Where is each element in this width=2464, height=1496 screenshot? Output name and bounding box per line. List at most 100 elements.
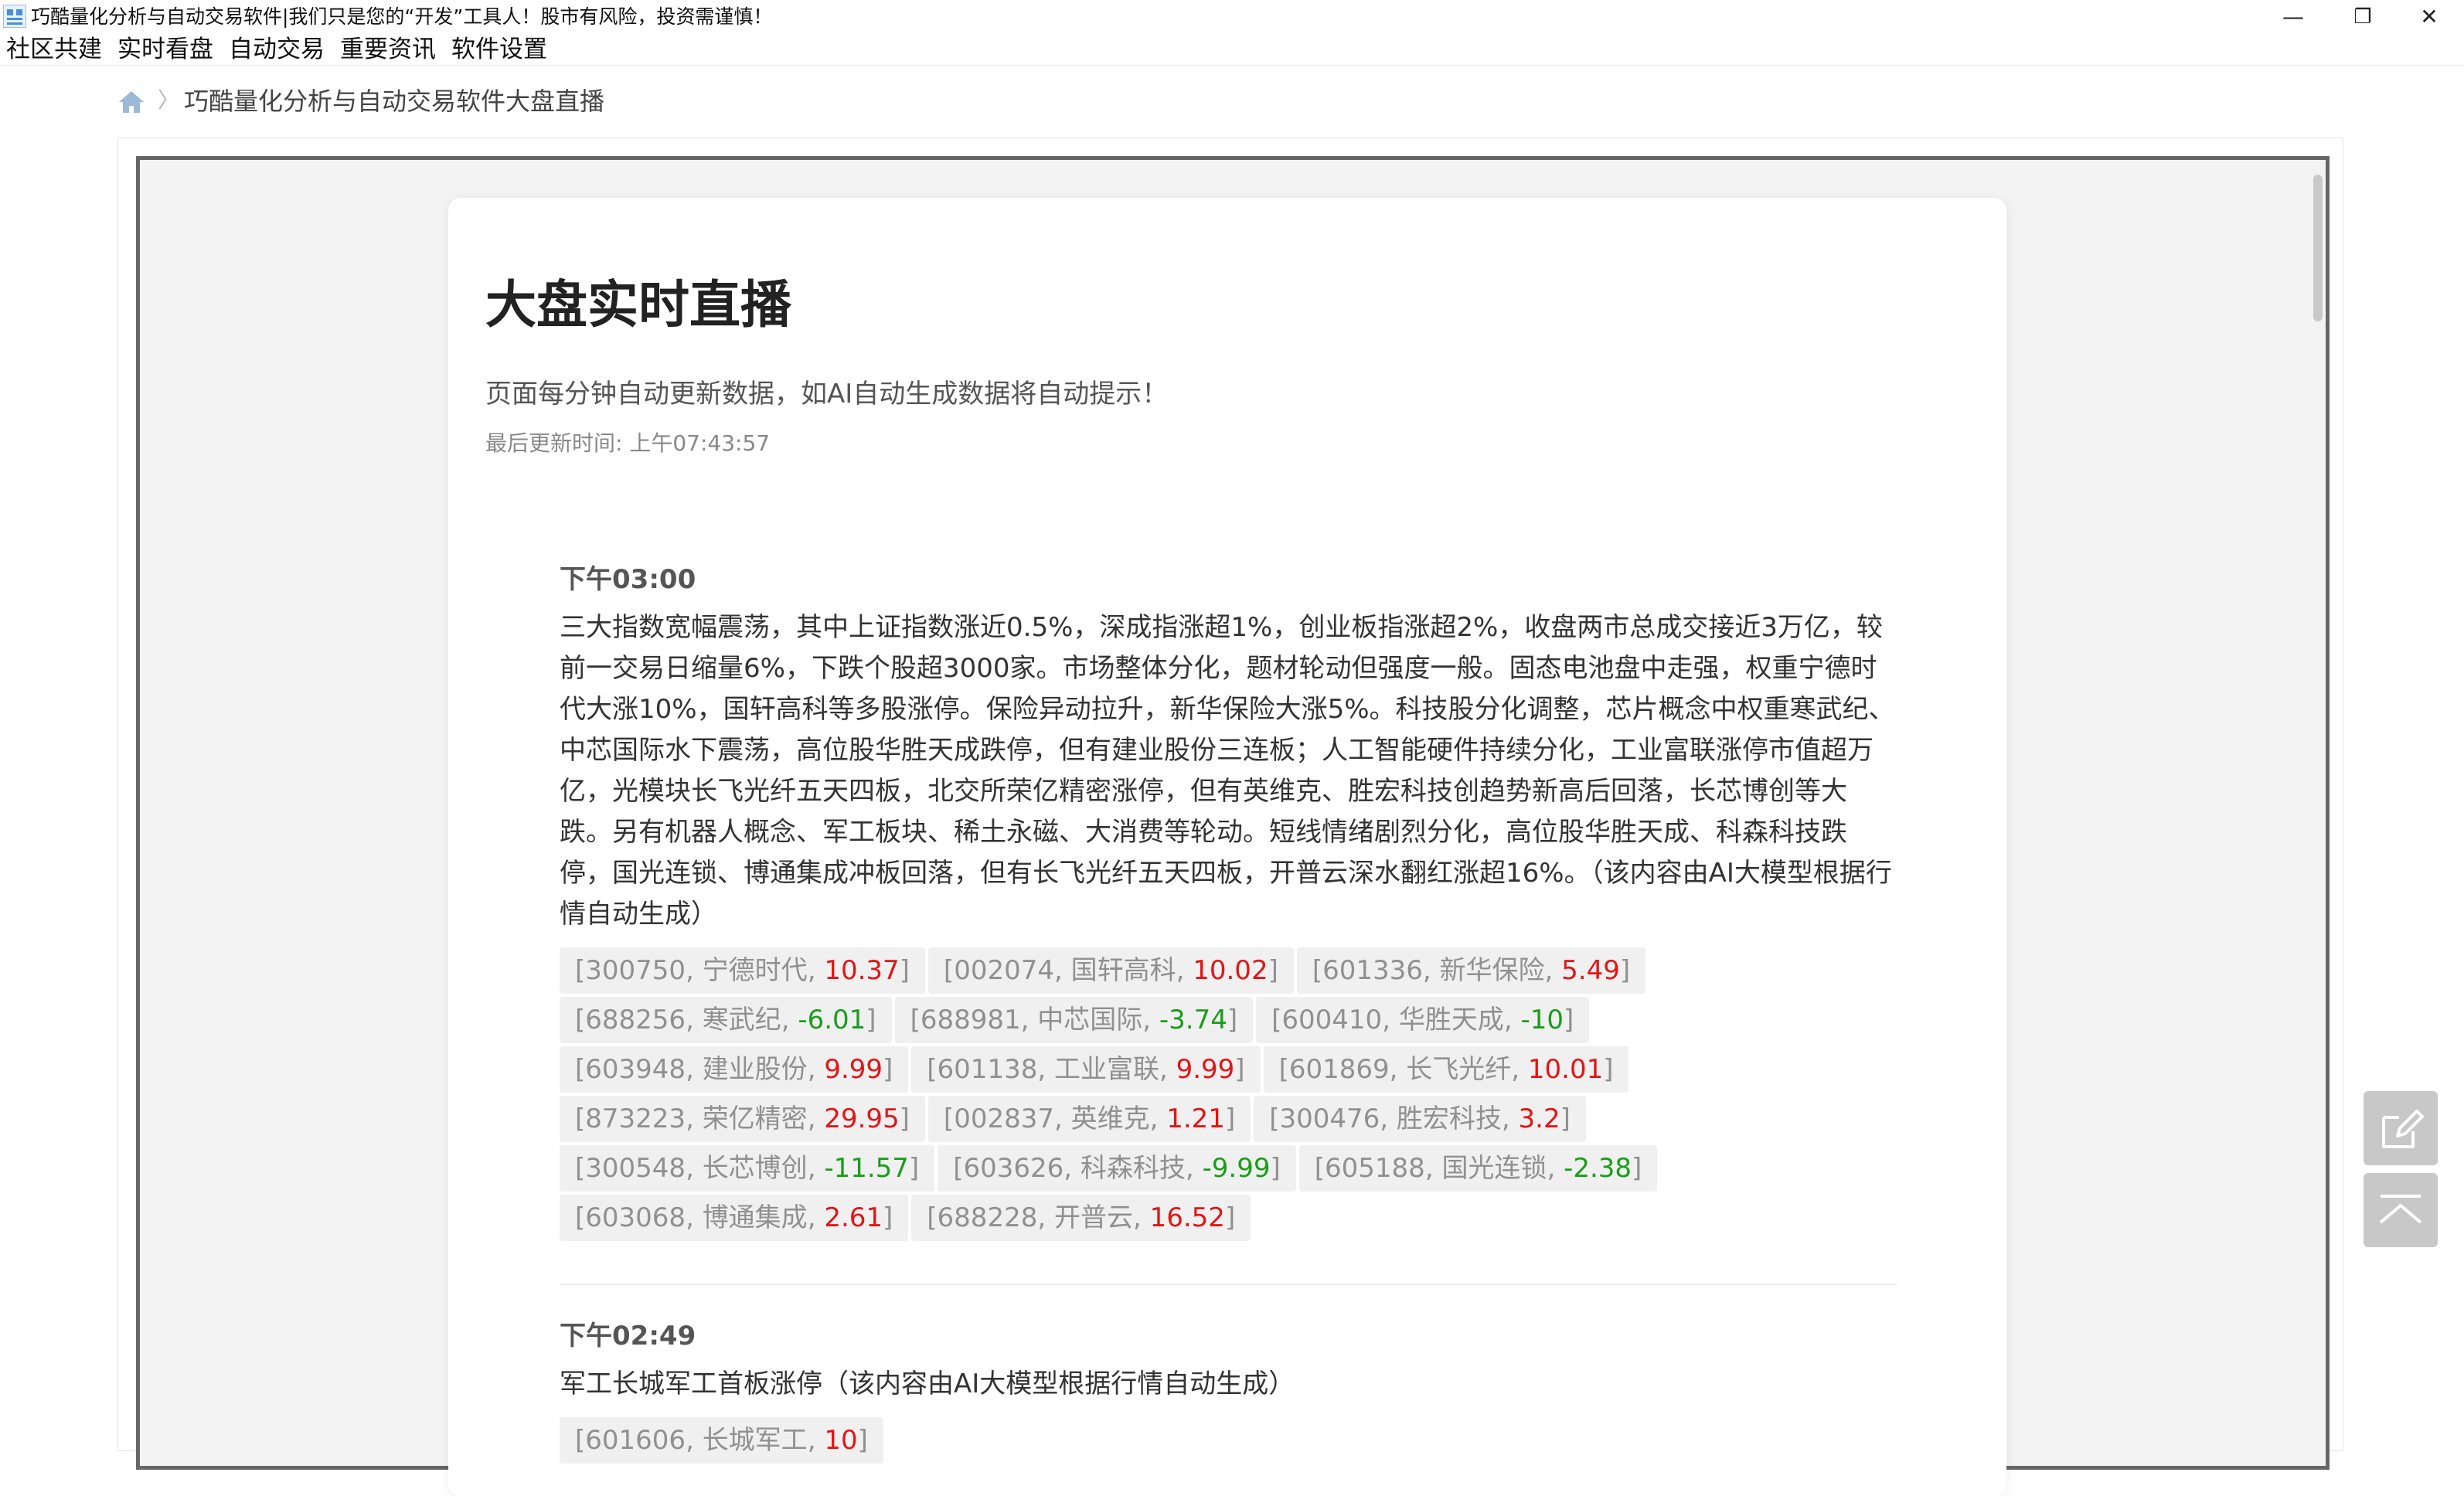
stock-tag-open-bracket: [ [927, 1202, 938, 1233]
home-icon[interactable] [117, 90, 145, 114]
stock-tag-separator: , [686, 1425, 703, 1456]
stock-tag[interactable]: [600410, 华胜天成, -10] [1256, 997, 1590, 1043]
stock-code: 873223 [585, 1103, 686, 1134]
stock-name: 英维克 [1070, 1103, 1150, 1134]
stock-tag-open-bracket: [ [575, 1054, 586, 1085]
feed-entry: 下午03:00 三大指数宽幅震荡，其中上证指数涨近0.5%，深成指涨超1%，创业板… [560, 556, 1897, 1244]
entry-divider [560, 1284, 1897, 1285]
stock-tag[interactable]: [601869, 长飞光纤, 10.01] [1263, 1046, 1629, 1093]
stock-name: 寒武纪 [702, 1005, 781, 1035]
stock-code: 600410 [1281, 1005, 1383, 1035]
stock-change: -10 [1520, 1005, 1564, 1035]
stock-tag[interactable]: [603948, 建业股份, 9.99] [560, 1046, 909, 1093]
stock-tag-separator: , [1511, 1054, 1528, 1085]
stock-tag[interactable]: [688228, 开普云, 16.52] [911, 1195, 1251, 1241]
stock-tag-close-bracket: ] [1632, 1153, 1642, 1184]
stock-tag-close-bracket: ] [1234, 1054, 1245, 1085]
stock-tag-separator: , [807, 1103, 825, 1134]
stock-tag-close-bracket: ] [883, 1054, 893, 1085]
stock-code: 605188 [1325, 1153, 1425, 1184]
stock-code: 601606 [585, 1425, 686, 1456]
stock-tag[interactable]: [601606, 长城军工, 10] [560, 1417, 883, 1464]
stock-tag-separator: , [1176, 955, 1193, 986]
stock-tag-close-bracket: ] [866, 1005, 876, 1035]
stock-tag-separator: , [1132, 1202, 1150, 1233]
menu-item-realtime[interactable]: 实时看盘 [117, 34, 213, 65]
stock-name: 宁德时代 [702, 955, 808, 986]
stock-tag-separator: , [1037, 1202, 1054, 1233]
stock-code: 603626 [963, 1153, 1064, 1184]
stock-tag-close-bracket: ] [883, 1202, 893, 1233]
stock-code: 002074 [954, 955, 1054, 986]
stock-tag-separator: , [686, 1202, 703, 1233]
edit-icon [2382, 1110, 2424, 1148]
stock-tag-separator: , [1053, 955, 1071, 986]
stock-tag[interactable]: [605188, 国光连锁, -2.38] [1298, 1145, 1658, 1192]
stock-name: 荣亿精密 [702, 1103, 808, 1134]
stock-tag[interactable]: [002837, 英维克, 1.21] [927, 1096, 1251, 1142]
stock-tag-separator: , [1503, 1005, 1521, 1035]
stock-tag-separator: , [1389, 1054, 1407, 1085]
menu-item-community[interactable]: 社区共建 [6, 34, 102, 65]
stock-tag[interactable]: [873223, 荣亿精密, 29.95] [560, 1096, 925, 1142]
restore-button[interactable]: ❐ [2328, 0, 2398, 34]
entry-text: 三大指数宽幅震荡，其中上证指数涨近0.5%，深成指涨超1%，创业板指涨超2%，收… [560, 612, 1895, 930]
stock-name: 长城军工 [702, 1425, 808, 1456]
menu-item-news[interactable]: 重要资讯 [340, 34, 436, 65]
stock-tag-open-bracket: [ [943, 1103, 955, 1134]
stock-tag-list: [300750, 宁德时代, 10.37] [002074, 国轩高科, 10.0… [560, 947, 1897, 1244]
stock-tag-close-bracket: ] [1270, 1153, 1281, 1184]
stock-tag-separator: , [1501, 1103, 1519, 1134]
stock-tag[interactable]: [603068, 博通集成, 2.61] [560, 1195, 909, 1241]
stock-name: 科森科技 [1080, 1153, 1186, 1184]
stock-change: 2.61 [824, 1202, 883, 1233]
stock-tag[interactable]: [300476, 胜宏科技, 3.2] [1254, 1096, 1586, 1142]
stock-tag[interactable]: [601336, 新华保险, 5.49] [1296, 947, 1646, 994]
stock-tag-separator: , [1064, 1153, 1081, 1184]
stock-tag-separator: , [686, 955, 703, 986]
edit-button[interactable] [2364, 1091, 2438, 1165]
stock-tag[interactable]: [300548, 长芯博创, -11.57] [560, 1145, 935, 1192]
stock-tag-separator: , [1547, 1153, 1564, 1184]
stock-tag-close-bracket: ] [899, 955, 910, 986]
stock-tag[interactable]: [603626, 科森科技, -9.99] [938, 1145, 1296, 1192]
stock-tag-separator: , [1380, 1103, 1397, 1134]
stock-code: 300476 [1279, 1103, 1380, 1134]
stock-change: -6.01 [798, 1005, 866, 1035]
back-to-top-button[interactable] [2364, 1173, 2438, 1247]
stock-tag-open-bracket: [ [575, 1005, 586, 1035]
stock-tag-open-bracket: [ [953, 1153, 964, 1184]
stock-tag[interactable]: [688256, 寒武纪, -6.01] [560, 997, 892, 1043]
stock-change: 16.52 [1149, 1202, 1225, 1233]
stock-tag[interactable]: [688981, 中芯国际, -3.74] [894, 997, 1254, 1043]
close-button[interactable]: ✕ [2394, 0, 2464, 34]
stock-tag-close-bracket: ] [1224, 1103, 1236, 1134]
stock-tag-open-bracket: [ [575, 955, 586, 986]
stock-tag-separator: , [1020, 1005, 1038, 1035]
menu-item-settings[interactable]: 软件设置 [451, 34, 547, 65]
stock-tag-open-bracket: [ [1314, 1153, 1326, 1184]
stock-tag[interactable]: [002074, 国轩高科, 10.02] [927, 947, 1294, 994]
stock-tag-open-bracket: [ [910, 1005, 921, 1035]
stock-tag-open-bracket: [ [575, 1153, 586, 1184]
back-to-top-icon [2379, 1195, 2422, 1224]
stock-name: 中芯国际 [1037, 1005, 1143, 1035]
stock-change: 10.02 [1193, 955, 1268, 986]
stock-tag[interactable]: [300750, 宁德时代, 10.37] [560, 947, 925, 994]
vertical-scrollbar[interactable] [2306, 172, 2325, 1454]
menu-item-auto-trade[interactable]: 自动交易 [229, 34, 325, 65]
stock-name: 工业富联 [1053, 1054, 1159, 1085]
breadcrumb-current: 巧酷量化分析与自动交易软件大盘直播 [184, 87, 605, 116]
stock-change: 10.01 [1527, 1054, 1604, 1085]
stock-code: 300548 [585, 1153, 686, 1184]
scrollbar-thumb[interactable] [2313, 175, 2323, 321]
stock-tag-open-bracket: [ [1278, 1054, 1289, 1085]
stock-change: 10 [824, 1425, 858, 1456]
minimize-button[interactable]: — [2258, 0, 2328, 34]
stock-tag-close-bracket: ] [908, 1153, 920, 1184]
stock-tag[interactable]: [601138, 工业富联, 9.99] [911, 1046, 1261, 1093]
entry-text: 军工长城军工首板涨停（该内容由AI大模型根据行情自动生成） [560, 1368, 1295, 1399]
stock-tag-separator: , [686, 1153, 703, 1184]
stock-change: 9.99 [1176, 1054, 1235, 1085]
stock-tag-open-bracket: [ [927, 1054, 938, 1085]
